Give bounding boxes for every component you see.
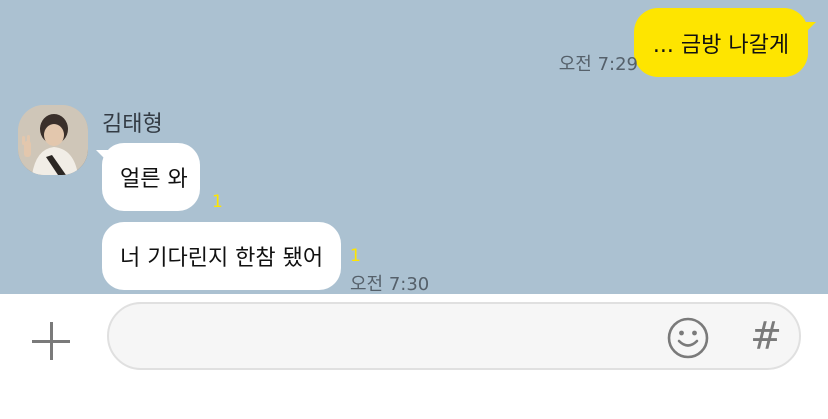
unread-count: 1 — [350, 246, 361, 266]
smiley-icon[interactable] — [666, 316, 710, 360]
unread-count: 1 — [212, 192, 223, 212]
outgoing-timestamp: 오전 7:29 — [558, 54, 638, 75]
avatar[interactable] — [18, 105, 88, 175]
message-input-bar: # — [0, 294, 828, 419]
incoming-bubble[interactable]: 얼른 와 — [102, 143, 200, 211]
outgoing-bubble[interactable]: ... 금방 나갈게 — [634, 8, 808, 77]
incoming-bubble[interactable]: 너 기다린지 한참 됐어 — [102, 222, 341, 290]
plus-icon[interactable] — [30, 320, 74, 364]
sender-name: 김태형 — [102, 112, 163, 137]
incoming-timestamp: 오전 7:30 — [350, 274, 430, 294]
profile-photo-icon — [18, 105, 88, 175]
outgoing-bubble-tail — [802, 22, 816, 36]
chat-area: ... 금방 나갈게 오전 7:29 김태형 얼른 와 1 너 기다린지 한참 … — [0, 0, 828, 294]
hash-icon[interactable]: # — [746, 314, 786, 358]
